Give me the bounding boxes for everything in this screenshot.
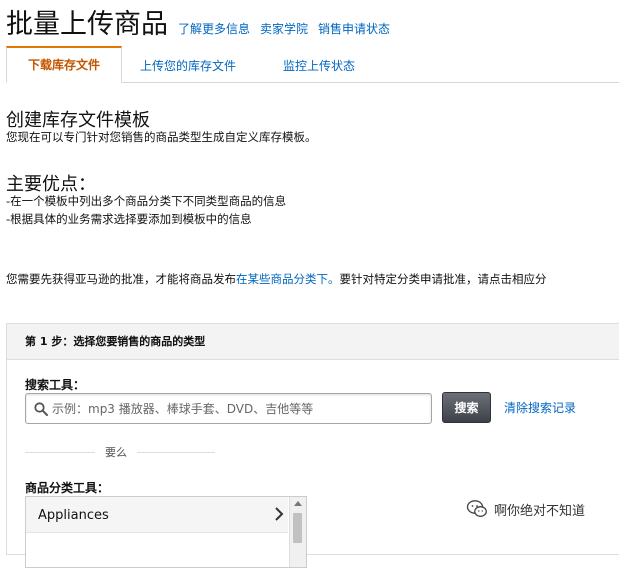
wechat-icon	[466, 500, 487, 517]
certain-categories-link[interactable]: 在某些商品分类下。	[236, 272, 340, 286]
category-list-scrollbar[interactable]	[289, 497, 306, 567]
category-item-label: Appliances	[38, 508, 109, 523]
header-links: 了解更多信息 卖家学院 销售申请状态	[178, 20, 390, 37]
category-item-appliances[interactable]: Appliances	[26, 497, 288, 533]
clear-search-link[interactable]: 清除搜索记录	[504, 399, 576, 416]
advantage-item: -在一个模板中列出多个商品分类下不同类型商品的信息	[6, 194, 287, 208]
search-tool-label: 搜索工具：	[25, 378, 86, 392]
watermark-text: 啊你绝对不知道	[494, 503, 586, 519]
scroll-up-icon[interactable]	[294, 501, 302, 506]
category-list: Appliances	[25, 496, 307, 568]
divider-line	[25, 452, 95, 453]
search-button[interactable]: 搜索	[442, 392, 491, 423]
approval-notice-prefix: 您需要先获得亚马逊的批准，才能将商品发布	[6, 272, 236, 286]
category-tool-label: 商品分类工具：	[25, 481, 110, 495]
tab-upload-inventory-file[interactable]: 上传您的库存文件	[140, 48, 236, 81]
template-section-description: 您现在可以专门针对您销售的商品类型生成自定义库存模板。	[6, 130, 317, 144]
seller-university-link[interactable]: 卖家学院	[260, 20, 308, 37]
search-icon	[34, 401, 48, 416]
search-box[interactable]	[25, 393, 432, 424]
tab-download-inventory-file[interactable]: 下载库存文件	[6, 46, 122, 83]
advantage-item: -根据具体的业务需求选择要添加到模板中的信息	[6, 212, 252, 226]
tab-bar: 下载库存文件 上传您的库存文件 监控上传状态	[6, 46, 619, 83]
or-divider: 要么	[25, 444, 215, 460]
approval-notice: 您需要先获得亚马逊的批准，才能将商品发布在某些商品分类下。要针对特定分类申请批准…	[6, 271, 547, 287]
page-title: 批量上传商品	[6, 9, 168, 40]
learn-more-link[interactable]: 了解更多信息	[178, 20, 250, 37]
step1-heading: 第 1 步：选择您要销售的商品的类型	[7, 324, 619, 360]
page-header: 批量上传商品 了解更多信息 卖家学院 销售申请状态	[6, 2, 390, 42]
step1-panel: 第 1 步：选择您要销售的商品的类型 搜索工具： 搜索 清除搜索记录 要么 商品…	[6, 323, 619, 568]
tab-monitor-upload-status[interactable]: 监控上传状态	[283, 48, 355, 81]
or-text: 要么	[105, 446, 127, 459]
watermark: 啊你绝对不知道	[466, 498, 585, 520]
divider-line	[137, 452, 215, 453]
selling-application-status-link[interactable]: 销售申请状态	[318, 20, 390, 37]
search-input[interactable]	[52, 401, 412, 416]
approval-notice-suffix: 要针对特定分类申请批准，请点击相应分	[339, 272, 547, 286]
chevron-right-icon	[275, 507, 284, 521]
scroll-thumb[interactable]	[293, 513, 302, 543]
